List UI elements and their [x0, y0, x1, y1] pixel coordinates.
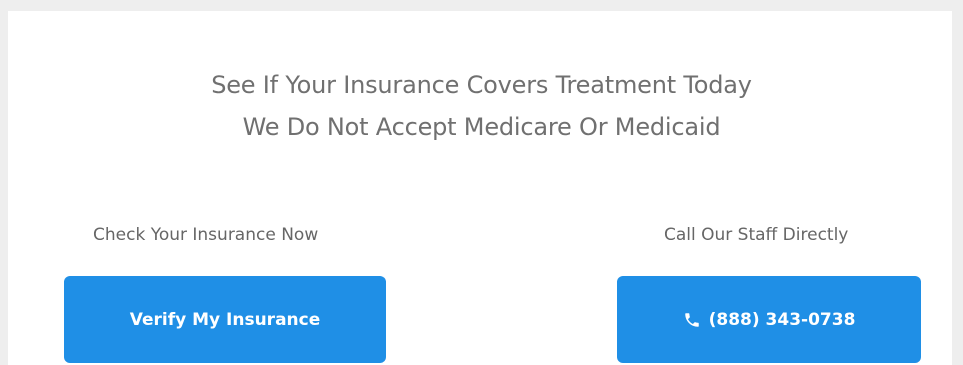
verify-insurance-button-label: Verify My Insurance — [129, 309, 321, 330]
check-insurance-label: Check Your Insurance Now — [93, 225, 319, 245]
verify-insurance-button[interactable]: Verify My Insurance — [64, 276, 386, 363]
call-phone-button[interactable]: (888) 343-0738 — [617, 276, 921, 363]
heading-line-2: We Do Not Accept Medicare Or Medicaid — [242, 113, 721, 141]
call-phone-button-label: (888) 343-0738 — [708, 309, 856, 330]
phone-icon — [683, 311, 701, 329]
call-staff-label: Call Our Staff Directly — [664, 225, 849, 245]
insurance-card: See If Your Insurance Covers Treatment T… — [8, 11, 952, 365]
heading-line-1: See If Your Insurance Covers Treatment T… — [211, 71, 752, 99]
